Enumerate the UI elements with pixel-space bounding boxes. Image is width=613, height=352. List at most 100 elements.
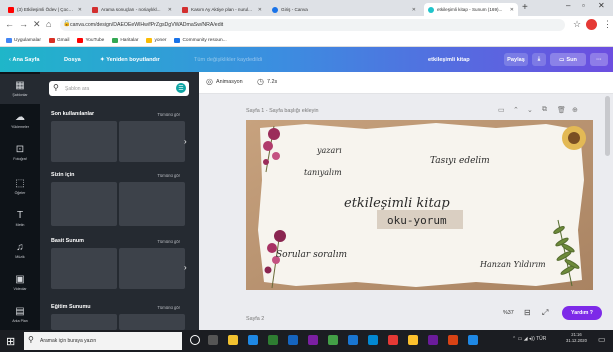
- duration-button[interactable]: ◷ 7.2s: [257, 77, 277, 86]
- edge-icon[interactable]: [248, 335, 258, 345]
- chevron-right-icon[interactable]: ›: [184, 263, 187, 272]
- app-icon[interactable]: [368, 335, 378, 345]
- template-thumbnail[interactable]: [119, 121, 185, 162]
- design-page[interactable]: yazarı tanıyalım Tasıyı edelim etkileşim…: [246, 120, 593, 290]
- duplicate-icon[interactable]: ⧉: [542, 106, 547, 114]
- close-icon[interactable]: ✕: [168, 7, 172, 13]
- browser-tab[interactable]: Kasım Ay Aktiye plan - nurul... ✕: [178, 3, 266, 16]
- file-explorer-icon[interactable]: [228, 335, 238, 345]
- close-icon[interactable]: ✕: [510, 7, 514, 13]
- system-tray[interactable]: ⌃ ▭ ◢ ◂)) TÜR: [512, 336, 546, 342]
- browser-tab[interactable]: Arama sonuçları - noriaylıkl... ✕: [88, 3, 176, 16]
- design-text[interactable]: oku-yorum: [387, 214, 447, 227]
- design-title[interactable]: etkileşimli kitap: [428, 47, 470, 72]
- browser-tab-active[interactable]: etkileşimli kitap - Sunum (169)... ✕: [424, 3, 518, 16]
- close-window-icon[interactable]: ✕: [598, 1, 605, 10]
- outlook-icon[interactable]: [348, 335, 358, 345]
- rail-text[interactable]: T Metin: [0, 204, 40, 234]
- home-button[interactable]: ‹ Ana Sayfa: [9, 47, 39, 72]
- app-icon[interactable]: [468, 335, 478, 345]
- store-icon[interactable]: [268, 335, 278, 345]
- chevron-up-icon[interactable]: ⌃: [513, 106, 519, 114]
- word-icon[interactable]: [288, 335, 298, 345]
- design-text[interactable]: tanıyalım: [304, 168, 342, 177]
- home-icon[interactable]: ⌂: [46, 19, 51, 29]
- template-thumbnail[interactable]: [119, 248, 185, 289]
- notes-icon[interactable]: ▭: [498, 106, 505, 114]
- forward-icon[interactable]: →: [19, 19, 28, 29]
- resize-button[interactable]: ✦ Yeniden boyutlandır: [100, 47, 160, 72]
- design-text[interactable]: Tasıyı edelim: [430, 156, 490, 166]
- see-all-link[interactable]: Tümünü gör: [157, 112, 180, 117]
- page-title[interactable]: Sayfa 1 - Sayfa başlığı ekleyin: [246, 108, 319, 114]
- filter-icon[interactable]: ☰: [176, 83, 186, 93]
- animate-button[interactable]: ◎ Animasyon: [206, 77, 243, 86]
- bookmark-gmail[interactable]: Gmail: [48, 37, 69, 43]
- chevron-right-icon[interactable]: ›: [184, 137, 187, 146]
- see-all-link[interactable]: Tümünü gör: [157, 239, 180, 244]
- rail-videos[interactable]: ▣ Videolar: [0, 268, 40, 298]
- file-menu[interactable]: Dosya: [64, 47, 81, 72]
- chrome-icon[interactable]: [408, 335, 418, 345]
- back-icon[interactable]: ←: [5, 19, 14, 29]
- template-thumbnail[interactable]: [119, 314, 185, 330]
- see-all-link[interactable]: Tümünü gör: [157, 305, 180, 310]
- app-icon[interactable]: [448, 335, 458, 345]
- browser-tab[interactable]: (3) Etkileşimli Ödev | Çocukl... ✕: [4, 3, 86, 16]
- chevron-down-icon[interactable]: ⌄: [527, 106, 533, 114]
- design-text[interactable]: yazarı: [317, 146, 342, 155]
- design-text[interactable]: Sorular soralım: [276, 250, 347, 260]
- app-icon[interactable]: [388, 335, 398, 345]
- design-text[interactable]: etkileşimli kitap: [344, 196, 450, 211]
- rail-elements[interactable]: ⬚ Öğeler: [0, 172, 40, 202]
- page-grid-icon[interactable]: ⊟: [524, 308, 531, 317]
- see-all-link[interactable]: Tümünü gör: [157, 173, 180, 178]
- present-button[interactable]: ▭ Sun: [550, 53, 586, 66]
- excel-icon[interactable]: [328, 335, 338, 345]
- page-title[interactable]: Sayfa 2: [246, 316, 264, 322]
- teams-icon[interactable]: [308, 335, 318, 345]
- help-button[interactable]: Yardım ?: [562, 306, 602, 320]
- taskbar-search-input[interactable]: ⚲ Aramak için buraya yazın: [24, 332, 182, 350]
- trash-icon[interactable]: 🗑: [557, 106, 566, 114]
- bookmark-maps[interactable]: Haritalar: [112, 37, 138, 43]
- design-text[interactable]: Hanzan Yıldırım: [480, 260, 546, 269]
- close-icon[interactable]: ✕: [78, 7, 82, 13]
- rail-music[interactable]: ♫ Müzik: [0, 236, 40, 266]
- rail-uploads[interactable]: ☁ Yüklemeler: [0, 106, 40, 136]
- address-bar[interactable]: 🔒 canva.com/design/DAEOEeWlHw/fPrZgsDgVW…: [60, 19, 565, 31]
- download-icon[interactable]: ⤓: [532, 53, 546, 66]
- bookmark-yoner[interactable]: yoner: [146, 37, 166, 43]
- browser-tab[interactable]: Giriş - Canva ✕: [268, 3, 420, 16]
- fullscreen-icon[interactable]: ⤢: [542, 308, 548, 318]
- cortana-icon[interactable]: [190, 335, 200, 345]
- template-search-input[interactable]: ⚲ Şablon ara ☰: [49, 81, 189, 96]
- share-button[interactable]: Paylaş: [504, 53, 528, 66]
- template-thumbnail[interactable]: [51, 182, 117, 226]
- bookmark-youtube[interactable]: YouTube: [77, 37, 104, 43]
- bookmark-community[interactable]: Community resoun...: [174, 37, 227, 43]
- task-view-icon[interactable]: [208, 335, 218, 345]
- minimize-icon[interactable]: –: [566, 1, 570, 10]
- close-icon[interactable]: ✕: [33, 19, 41, 30]
- new-tab-button[interactable]: +: [522, 2, 528, 13]
- template-thumbnail[interactable]: [51, 121, 117, 162]
- rail-photos[interactable]: ⊡ Fotoğraf: [0, 138, 40, 168]
- menu-icon[interactable]: ⋮: [603, 19, 612, 30]
- notification-icon[interactable]: ▭: [598, 335, 606, 344]
- windows-start-icon[interactable]: ⊞: [6, 335, 15, 348]
- maximize-icon[interactable]: ▫: [582, 1, 585, 10]
- more-button[interactable]: ···: [590, 53, 608, 66]
- close-icon[interactable]: ✕: [258, 7, 262, 13]
- template-thumbnail[interactable]: [51, 314, 117, 330]
- profile-avatar[interactable]: [586, 19, 597, 30]
- rail-templates[interactable]: ▦ Şablonlar: [0, 74, 40, 104]
- add-page-icon[interactable]: ⊕: [572, 106, 578, 114]
- template-thumbnail[interactable]: [51, 248, 117, 289]
- template-thumbnail[interactable]: [119, 182, 185, 226]
- app-icon[interactable]: [428, 335, 438, 345]
- bookmark-apps[interactable]: Uygulamalar: [6, 37, 41, 43]
- rail-background[interactable]: ▤ Arka Plan: [0, 300, 40, 330]
- close-icon[interactable]: ✕: [412, 7, 416, 13]
- taskbar-clock[interactable]: 21:16 31.12.2020: [566, 332, 587, 344]
